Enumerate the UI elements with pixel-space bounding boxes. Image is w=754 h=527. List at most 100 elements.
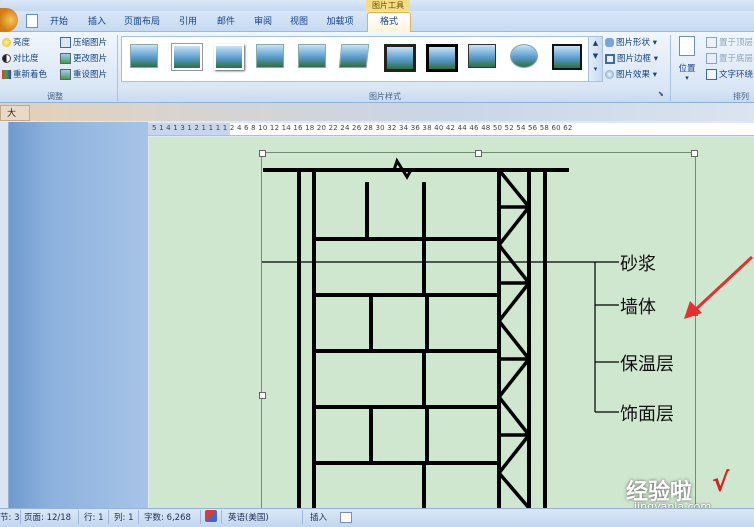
- red-arrow-annotation: [684, 255, 754, 319]
- status-separator: [200, 510, 201, 524]
- send-to-back-button[interactable]: 置于底层: [706, 52, 753, 64]
- position-label: 位置: [678, 64, 696, 74]
- navigation-pane: [0, 122, 148, 508]
- gallery-down-arrow-icon[interactable]: ▼: [589, 50, 602, 63]
- recolor-label: 重新着色: [13, 70, 48, 80]
- contrast-label: 对比度: [13, 54, 39, 64]
- recolor-icon: [2, 70, 11, 79]
- status-row[interactable]: 行: 1: [84, 511, 103, 523]
- change-picture-icon: [60, 53, 71, 64]
- style-thumb-7[interactable]: [384, 44, 416, 72]
- picture-styles-gallery[interactable]: [121, 36, 589, 82]
- effects-icon: [605, 70, 614, 79]
- recolor-button[interactable]: 重新着色: [2, 68, 47, 80]
- bring-to-front-label: 置于顶层: [719, 38, 754, 48]
- status-separator: [138, 510, 139, 524]
- gallery-scroll[interactable]: ▲ ▼ ▾: [588, 36, 603, 82]
- tab-page-layout[interactable]: 页面布局: [119, 14, 165, 30]
- tab-format[interactable]: 格式: [367, 12, 411, 32]
- style-thumb-2[interactable]: [172, 44, 202, 70]
- text-wrap-icon: [706, 69, 717, 80]
- resize-handle[interactable]: [259, 392, 266, 399]
- picture-border-label: 图片边框: [617, 54, 652, 64]
- tab-insert[interactable]: 插入: [84, 14, 110, 30]
- resize-handle[interactable]: [259, 150, 266, 157]
- compress-icon: [60, 37, 71, 48]
- brightness-icon: [2, 38, 11, 47]
- status-insert-mode[interactable]: 插入: [310, 511, 327, 523]
- text-wrapping-button[interactable]: 文字环绕: [706, 68, 753, 80]
- picture-selection-frame[interactable]: [259, 150, 698, 510]
- gallery-up-arrow-icon[interactable]: ▲: [589, 37, 602, 50]
- brightness-label: 亮度: [13, 38, 31, 48]
- proofing-icon[interactable]: [205, 510, 217, 522]
- brightness-button[interactable]: 亮度: [2, 36, 30, 48]
- compress-label: 压缩图片: [73, 38, 108, 48]
- resize-handle[interactable]: [691, 150, 698, 157]
- style-thumb-1[interactable]: [130, 44, 158, 68]
- tab-home[interactable]: 开始: [46, 14, 72, 30]
- style-thumb-4[interactable]: [256, 44, 284, 68]
- style-thumb-10[interactable]: [510, 44, 538, 68]
- picture-border-button[interactable]: 图片边框 ▾: [605, 52, 658, 64]
- document-tab[interactable]: 大: [0, 105, 30, 121]
- tab-review[interactable]: 审阅: [249, 14, 277, 30]
- dropdown-icon: ▾: [650, 70, 657, 80]
- status-word-count[interactable]: 字数: 6,268: [144, 511, 191, 523]
- status-separator: [20, 510, 21, 524]
- ruler-numbers: 5 1 4 1 3 1 2 1 1 1 1 2 4 6 8 10 12 14 1…: [152, 124, 573, 132]
- document-tab-label: 大: [7, 109, 17, 119]
- tab-addins[interactable]: 加载项: [321, 14, 359, 30]
- change-picture-button[interactable]: 更改图片: [60, 52, 107, 64]
- arrange-group-label: 排列: [733, 92, 749, 101]
- picture-shape-label: 图片形状: [616, 38, 651, 48]
- status-separator: [78, 510, 79, 524]
- dialog-launcher-icon[interactable]: ⬊: [658, 90, 664, 98]
- status-separator: [108, 510, 109, 524]
- style-thumb-9[interactable]: [468, 44, 496, 68]
- dropdown-icon: ▾: [650, 38, 657, 48]
- style-thumb-5[interactable]: [298, 44, 326, 68]
- reset-picture-icon: [60, 69, 71, 80]
- group-separator: [670, 35, 671, 101]
- vertical-ruler: [0, 122, 9, 508]
- status-column[interactable]: 列: 1: [114, 511, 133, 523]
- change-picture-label: 更改图片: [73, 54, 108, 64]
- contrast-button[interactable]: 对比度: [2, 52, 39, 64]
- status-separator: [302, 510, 303, 524]
- position-button[interactable]: 位置 ▾: [676, 36, 698, 82]
- style-thumb-6[interactable]: [338, 44, 370, 68]
- document-tab-bar: [0, 103, 754, 121]
- text-wrapping-label: 文字环绕: [719, 70, 754, 80]
- status-section[interactable]: 节: 3: [0, 511, 19, 523]
- contrast-icon: [2, 54, 11, 63]
- picture-effects-button[interactable]: 图片效果 ▾: [605, 68, 657, 80]
- position-icon: [679, 36, 695, 56]
- quick-access-doc-icon[interactable]: [26, 14, 38, 28]
- dropdown-icon: ▾: [651, 54, 658, 64]
- style-thumb-3[interactable]: [214, 44, 244, 70]
- border-icon: [605, 53, 615, 64]
- picture-styles-group-label: 图片样式: [369, 92, 401, 101]
- picture-effects-label: 图片效果: [616, 70, 651, 80]
- gallery-more-icon[interactable]: ▾: [589, 63, 602, 76]
- dropdown-icon: ▾: [685, 74, 689, 82]
- reset-picture-button[interactable]: 重设图片: [60, 68, 107, 80]
- status-page[interactable]: 页面: 12/18: [24, 511, 71, 523]
- tab-view[interactable]: 视图: [285, 14, 313, 30]
- resize-handle[interactable]: [475, 150, 482, 157]
- status-language[interactable]: 英语(美国): [228, 511, 269, 523]
- style-thumb-11[interactable]: [552, 44, 582, 70]
- tab-references[interactable]: 引用: [174, 14, 202, 30]
- adjust-group-label: 调整: [47, 92, 63, 101]
- context-tab-title: 图片工具: [366, 0, 410, 11]
- bring-to-front-button[interactable]: 置于顶层: [706, 36, 753, 48]
- style-thumb-8[interactable]: [426, 44, 458, 72]
- bring-front-icon: [706, 37, 717, 48]
- send-to-back-label: 置于底层: [719, 54, 754, 64]
- picture-shape-button[interactable]: 图片形状 ▾: [605, 36, 657, 48]
- tab-mailings[interactable]: 邮件: [212, 14, 240, 30]
- macro-record-icon[interactable]: [340, 512, 352, 523]
- watermark-check-icon: √: [712, 468, 730, 498]
- compress-pictures-button[interactable]: 压缩图片: [60, 36, 107, 48]
